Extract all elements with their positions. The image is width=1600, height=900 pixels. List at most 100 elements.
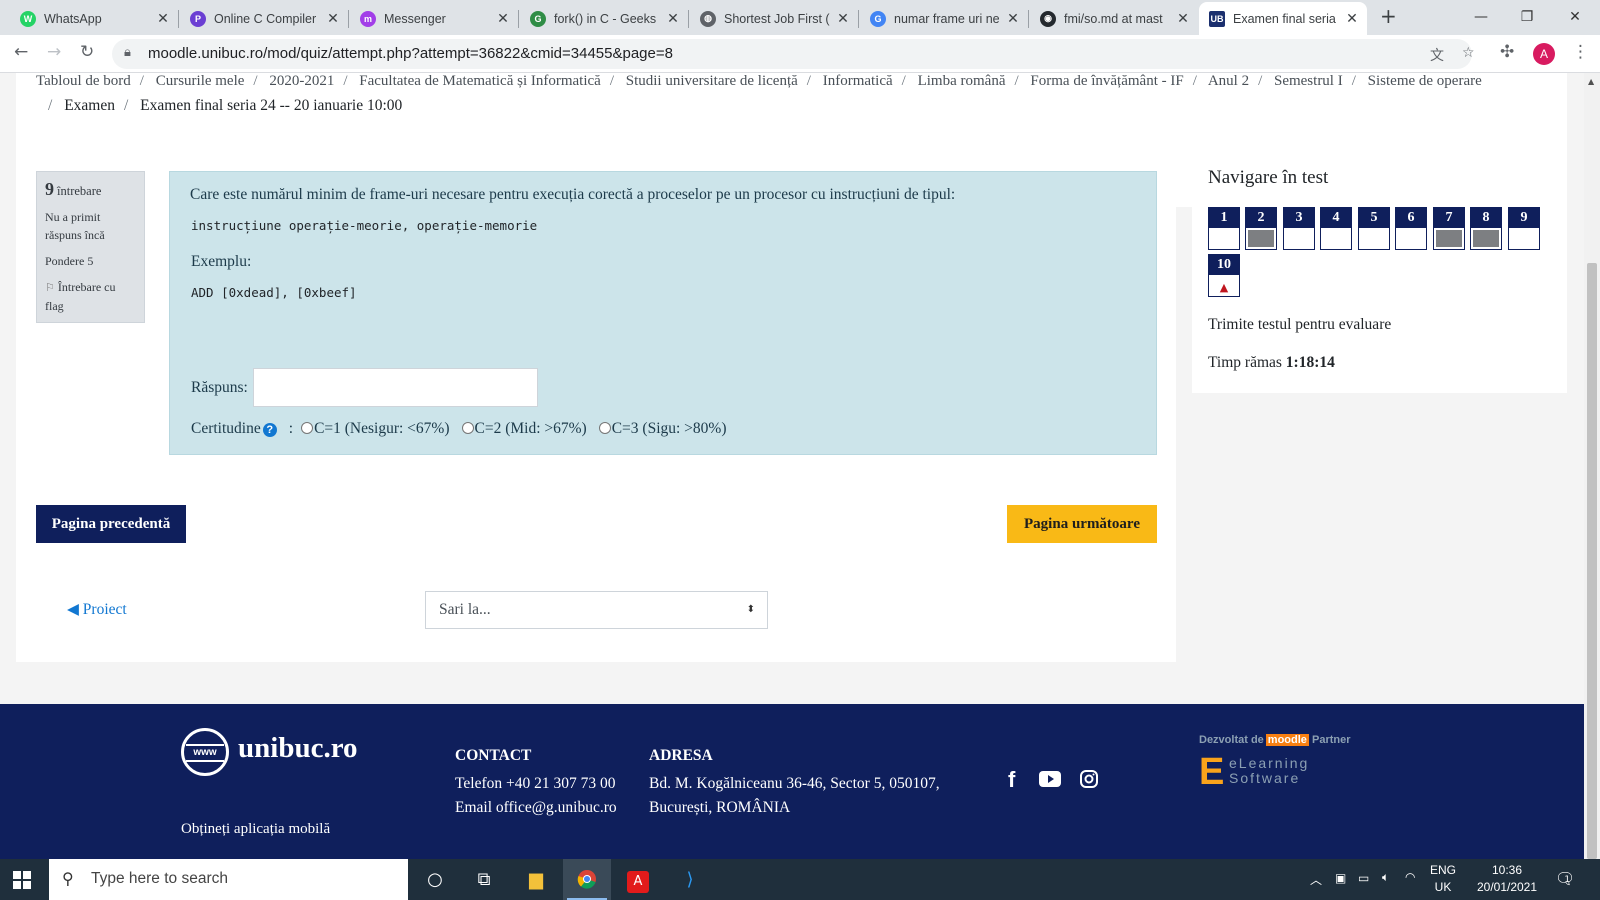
windows-start-icon[interactable] — [13, 871, 31, 889]
tab-title: numar frame uri ne — [894, 11, 1000, 26]
close-tab-icon[interactable]: ✕ — [156, 10, 170, 27]
quiz-nav-question-8[interactable]: 8 — [1470, 207, 1502, 250]
facebook-icon[interactable]: f — [1008, 767, 1015, 793]
breadcrumb-link[interactable]: Semestrul I — [1274, 73, 1343, 89]
wifi-icon[interactable]: ◠ — [1405, 870, 1415, 884]
scroll-up-icon[interactable]: ▲ — [1588, 77, 1594, 86]
menu-kebab-icon[interactable]: ⋮ — [1572, 42, 1589, 62]
show-hidden-icons[interactable]: ︿ — [1310, 871, 1322, 888]
globe-icon: ◍ — [700, 10, 716, 27]
breadcrumb-link[interactable]: Facultatea de Matematică și Informatică — [359, 73, 601, 89]
breadcrumb-link[interactable]: Anul 2 — [1208, 73, 1249, 89]
profile-avatar[interactable]: A — [1533, 43, 1555, 65]
browser-tab-bar: W WhatsApp ✕ P Online C Compiler ✕ m Mes… — [0, 0, 1600, 35]
taskbar-search-box[interactable]: ⚲ Type here to search — [49, 859, 408, 900]
browser-tab[interactable]: ◍ Shortest Job First ( ✕ — [690, 2, 858, 35]
breadcrumb-link[interactable]: Examen — [64, 97, 115, 114]
browser-tab-active[interactable]: UB Examen final seria ✕ — [1199, 2, 1367, 35]
breadcrumb-link[interactable]: Forma de învățământ - IF — [1030, 73, 1183, 89]
answered-indicator — [1473, 230, 1499, 247]
minimize-icon[interactable]: — — [1458, 2, 1504, 32]
close-tab-icon[interactable]: ✕ — [326, 10, 340, 27]
certainty-option-3[interactable]: C=3 (Sigu: >80%) — [598, 420, 727, 438]
contact-email[interactable]: Email office@g.unibuc.ro — [455, 799, 617, 817]
page-scrollbar[interactable]: ▲ — [1584, 73, 1600, 859]
close-tab-icon[interactable]: ✕ — [836, 10, 850, 27]
quiz-nav-question-7[interactable]: 7 — [1433, 207, 1465, 250]
acrobat-icon[interactable]: A — [614, 859, 662, 900]
elearning-partner-logo[interactable]: Dezvoltat de moodle Partner E eLearning S… — [1199, 734, 1359, 804]
answer-input[interactable] — [253, 368, 538, 407]
extensions-icon[interactable]: ✣ — [1500, 42, 1514, 62]
breadcrumb-link[interactable]: Cursurile mele — [156, 73, 245, 89]
quiz-nav-question-6[interactable]: 6 — [1395, 207, 1427, 250]
vscode-icon[interactable]: ⟩ — [666, 859, 714, 900]
quiz-nav-question-5[interactable]: 5 — [1358, 207, 1390, 250]
quiz-nav-question-10[interactable]: 10 ▲ — [1208, 254, 1240, 297]
breadcrumb-link[interactable]: Sisteme de operare — [1368, 73, 1482, 89]
breadcrumb-link[interactable]: Informatică — [823, 73, 893, 89]
quiz-nav-question-4[interactable]: 4 — [1320, 207, 1352, 250]
submit-quiz-link[interactable]: Trimite testul pentru evaluare — [1208, 316, 1391, 334]
restore-icon[interactable]: ❐ — [1504, 2, 1550, 32]
device-icon[interactable]: ▣ — [1335, 871, 1346, 885]
browser-tab[interactable]: P Online C Compiler ✕ — [180, 2, 348, 35]
close-tab-icon[interactable]: ✕ — [1176, 10, 1190, 27]
chrome-icon[interactable] — [563, 859, 611, 900]
instagram-icon[interactable] — [1080, 770, 1098, 793]
question-button-label: 10 — [1209, 255, 1239, 275]
clock[interactable]: 10:36 20/01/2021 — [1469, 862, 1545, 896]
bookmark-star-icon[interactable]: ☆ — [1462, 45, 1475, 61]
quiz-nav-question-2[interactable]: 2 — [1245, 207, 1277, 250]
close-tab-icon[interactable]: ✕ — [666, 10, 680, 27]
forward-icon[interactable]: → — [47, 42, 61, 62]
browser-tab[interactable]: G numar frame uri ne ✕ — [860, 2, 1028, 35]
breadcrumb-link[interactable]: Limba română — [918, 73, 1006, 89]
previous-activity-link[interactable]: ◀ Proiect — [67, 600, 127, 619]
quiz-nav-question-3[interactable]: 3 — [1283, 207, 1315, 250]
scrollbar-thumb[interactable] — [1587, 263, 1597, 859]
question-text: Care este numărul minim de frame-uri nec… — [190, 186, 956, 203]
certainty-option-2[interactable]: C=2 (Mid: >67%) — [461, 420, 587, 438]
volume-icon[interactable]: 🔈︎ — [1382, 870, 1389, 885]
cortana-icon[interactable]: ○ — [411, 859, 459, 900]
reload-icon[interactable]: ↻ — [80, 42, 94, 62]
radio-button[interactable] — [598, 422, 611, 434]
flag-question-toggle[interactable]: ⚐ Întrebare cu flag — [45, 278, 136, 315]
close-window-icon[interactable]: ✕ — [1552, 2, 1598, 32]
previous-page-button[interactable]: Pagina precedentă — [36, 505, 186, 543]
notifications-icon[interactable]: 🗨︎1 — [1555, 869, 1581, 888]
breadcrumb-current[interactable]: Examen final seria 24 -- 20 ianuarie 10:… — [140, 97, 402, 114]
footer-logo-text[interactable]: unibuc.ro — [238, 732, 358, 765]
close-tab-icon[interactable]: ✕ — [1345, 10, 1359, 27]
radio-button[interactable] — [461, 422, 474, 434]
breadcrumb-link[interactable]: Tabloul de bord — [36, 73, 131, 89]
new-tab-icon[interactable]: + — [1380, 4, 1397, 28]
next-page-button[interactable]: Pagina următoare — [1007, 505, 1157, 543]
breadcrumb-link[interactable]: Studii universitare de licență — [626, 73, 798, 89]
url-field[interactable]: 🔒︎ moodle.unibuc.ro/mod/quiz/attempt.php… — [112, 39, 1475, 69]
browser-tab[interactable]: m Messenger ✕ — [350, 2, 518, 35]
back-icon[interactable]: ← — [14, 42, 28, 62]
select-arrows-icon: ⬍ — [746, 604, 755, 615]
radio-button[interactable] — [301, 422, 314, 434]
help-icon[interactable]: ? — [262, 423, 277, 437]
browser-tab[interactable]: ◉ fmi/so.md at mast ✕ — [1030, 2, 1198, 35]
task-view-icon[interactable]: ⧉ — [460, 859, 508, 900]
jump-to-select[interactable]: Sari la... ⬍ — [425, 591, 768, 629]
language-indicator[interactable]: ENG UK — [1425, 862, 1461, 896]
file-explorer-icon[interactable]: ▆ — [512, 859, 560, 900]
certainty-option-1[interactable]: C=1 (Nesigur: <67%) — [301, 420, 450, 438]
close-tab-icon[interactable]: ✕ — [1006, 10, 1020, 27]
translate-icon[interactable]: 文 — [1430, 45, 1444, 65]
close-tab-icon[interactable]: ✕ — [496, 10, 510, 27]
youtube-icon[interactable] — [1039, 771, 1061, 792]
quiz-nav-question-9[interactable]: 9 — [1508, 207, 1540, 250]
quiz-nav-question-1[interactable]: 1 — [1208, 207, 1240, 250]
mobile-app-link[interactable]: Obțineți aplicația mobilă — [181, 821, 330, 838]
breadcrumb-link[interactable]: 2020-2021 — [269, 73, 334, 89]
battery-icon[interactable]: ▭ — [1358, 871, 1369, 885]
breadcrumb-separator: / — [901, 73, 906, 89]
browser-tab[interactable]: W WhatsApp ✕ — [10, 2, 178, 35]
browser-tab[interactable]: G fork() in C - Geeks ✕ — [520, 2, 688, 35]
